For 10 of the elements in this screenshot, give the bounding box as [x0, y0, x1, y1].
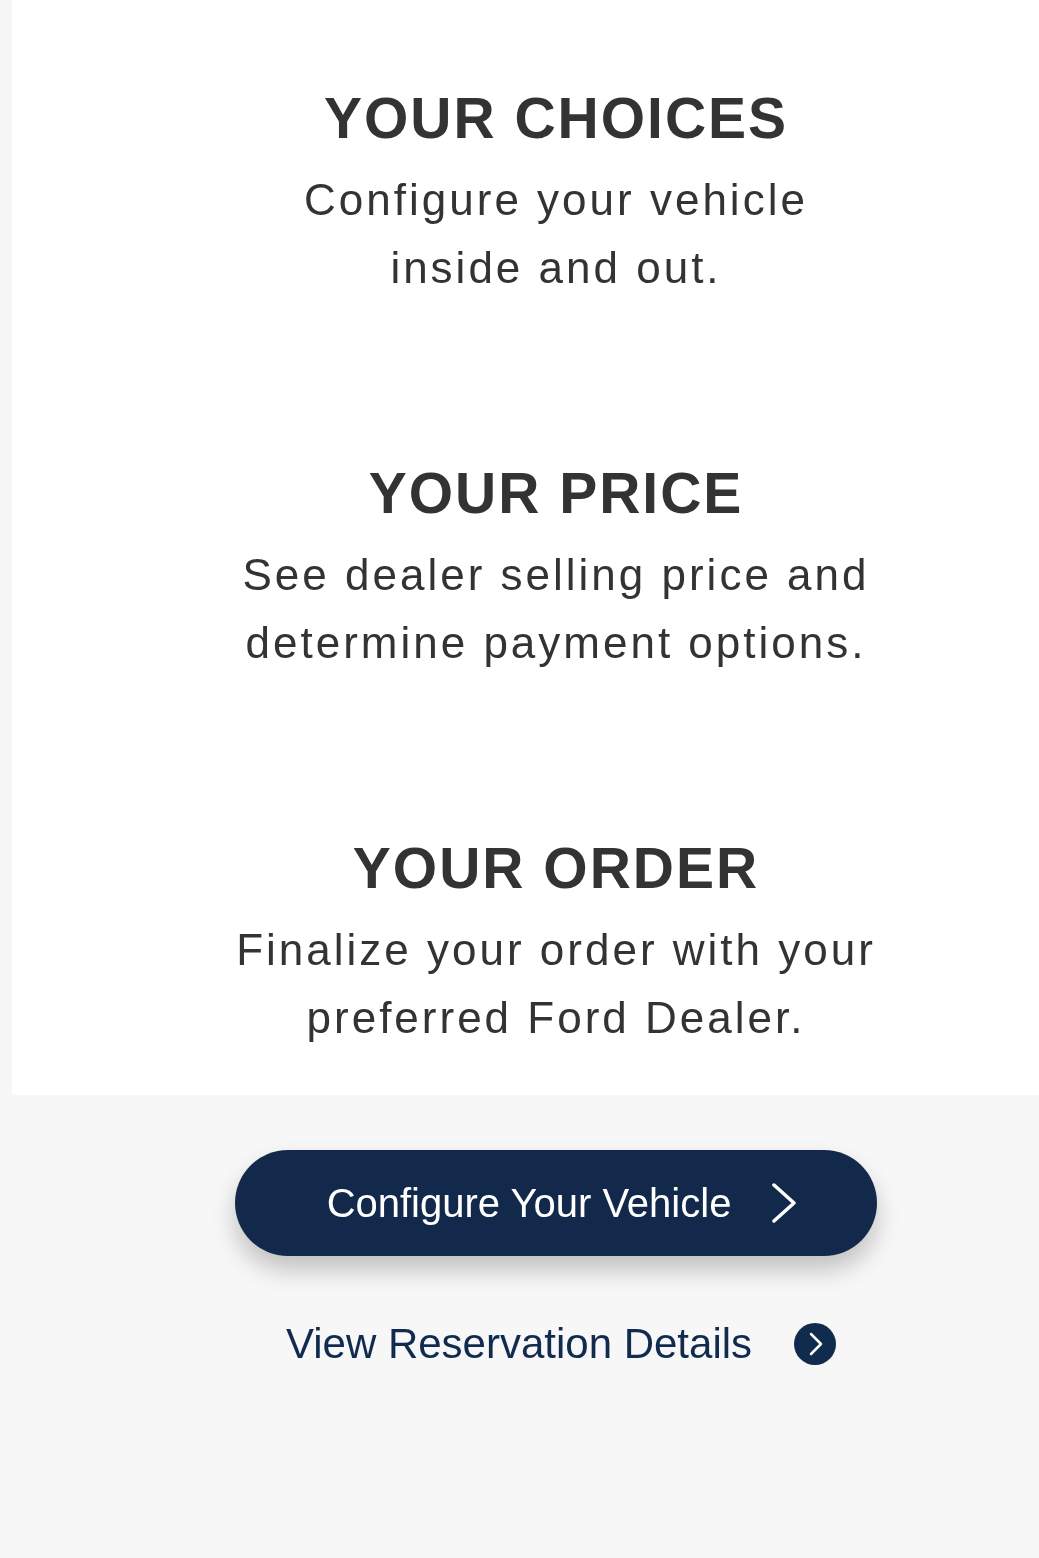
configure-vehicle-button[interactable]: Configure Your Vehicle [235, 1150, 877, 1256]
section-title: YOUR ORDER [352, 839, 760, 897]
section-description: Finalize your order with your preferred Ford Dealer. [236, 924, 876, 1044]
section-description: Configure your vehicle inside and out. [304, 174, 808, 294]
chevron-right-icon [771, 1183, 798, 1223]
section-title: YOUR PRICE [368, 464, 744, 522]
section-description: See dealer selling price and determine payment options. [242, 549, 870, 669]
view-reservation-link[interactable]: View Reservation Details [275, 1319, 837, 1369]
chevron-circle-icon [794, 1323, 837, 1365]
section-title: YOUR CHOICES [323, 89, 789, 147]
